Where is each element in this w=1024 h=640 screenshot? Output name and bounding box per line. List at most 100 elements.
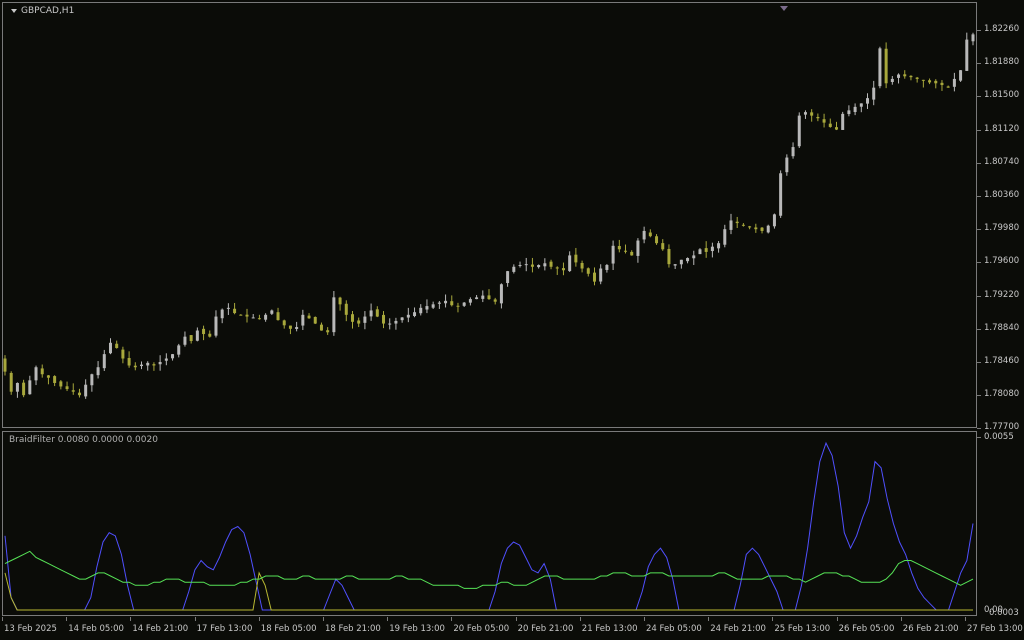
candle xyxy=(419,304,423,316)
candle xyxy=(698,248,702,255)
candle xyxy=(890,76,894,85)
time-axis-tick xyxy=(772,617,774,621)
indicator-plot xyxy=(4,441,974,611)
time-axis-tick xyxy=(644,617,645,621)
candle xyxy=(251,313,255,319)
price-axis-label: 1.79600 xyxy=(984,256,1020,267)
price-chart-pane[interactable]: GBPCAD,H1 xyxy=(2,2,977,428)
price-axis-tick xyxy=(977,96,981,98)
candle xyxy=(760,227,764,234)
candle xyxy=(468,297,472,306)
candle xyxy=(586,267,590,277)
candle xyxy=(624,244,628,254)
candle xyxy=(270,309,274,315)
indicator-axis[interactable]: 0.0055 0.00 0.0003 xyxy=(977,430,1024,620)
candle xyxy=(772,213,776,229)
candle xyxy=(34,365,38,386)
time-axis-label: 20 Feb 21:00 xyxy=(517,624,574,634)
price-axis-tick xyxy=(977,30,981,31)
candle xyxy=(313,316,317,325)
indicator-line-2 xyxy=(4,550,974,589)
indicator-pane[interactable]: BraidFilter 0.0080 0.0000 0.0020 xyxy=(2,431,977,616)
candle xyxy=(127,351,131,368)
candle xyxy=(729,213,733,235)
candle xyxy=(46,375,50,385)
candle xyxy=(611,240,615,271)
candle xyxy=(28,375,32,395)
candle xyxy=(189,335,193,344)
price-axis-label: 1.79980 xyxy=(984,223,1020,234)
candle xyxy=(561,262,565,276)
candle xyxy=(15,382,19,398)
price-axis[interactable]: 1.82260 1.81880 1.81500 1.81120 1.80740 1.803… xyxy=(977,0,1024,432)
candle xyxy=(158,355,162,371)
indicator-axis-min-label: 0.0003 xyxy=(989,608,1019,618)
time-axis-tick xyxy=(130,617,132,621)
price-axis-tick xyxy=(977,362,981,363)
price-axis-tick xyxy=(977,162,981,164)
candle xyxy=(121,346,125,364)
indicator-axis-tick xyxy=(977,437,981,438)
candle xyxy=(90,373,94,392)
candle xyxy=(171,353,175,361)
candle xyxy=(413,307,417,318)
candle xyxy=(754,223,758,233)
candle xyxy=(475,295,479,300)
price-axis-label: 1.82260 xyxy=(984,24,1020,34)
candle xyxy=(22,379,26,398)
candle xyxy=(431,301,435,309)
price-axis-label: 1.81500 xyxy=(984,90,1020,101)
candle xyxy=(102,349,106,371)
candle xyxy=(791,142,795,159)
time-axis-label: 26 Feb 05:00 xyxy=(838,624,895,634)
time-axis-tick xyxy=(579,617,581,621)
candle xyxy=(717,241,721,253)
candle xyxy=(897,73,901,84)
candle xyxy=(214,310,218,338)
time-axis-tick xyxy=(194,617,196,621)
candle xyxy=(723,224,727,248)
candle xyxy=(499,283,503,309)
time-axis-label: 13 Feb 2025 xyxy=(4,624,57,634)
candle xyxy=(797,112,801,148)
candle xyxy=(146,361,150,371)
price-axis-tick xyxy=(977,262,981,264)
time-axis-label: 20 Feb 05:00 xyxy=(453,624,510,634)
candle xyxy=(233,302,237,315)
candle xyxy=(481,290,485,303)
candle xyxy=(952,72,956,92)
chart-title[interactable]: GBPCAD,H1 xyxy=(11,6,74,16)
candle xyxy=(295,321,299,332)
candle xyxy=(59,380,63,390)
candle xyxy=(369,303,373,321)
time-axis-tick xyxy=(900,617,902,621)
candle xyxy=(332,291,336,336)
candle xyxy=(71,383,75,395)
candle xyxy=(108,338,112,355)
candle xyxy=(965,32,969,72)
time-axis[interactable]: 13 Feb 2025 14 Feb 05:00 14 Feb 21:00 17 Fe… xyxy=(0,617,1023,640)
candle xyxy=(338,296,342,311)
price-axis-label: 1.78460 xyxy=(984,356,1020,366)
candle xyxy=(642,226,646,244)
candle xyxy=(946,85,950,88)
candle xyxy=(779,170,783,218)
time-axis-tick xyxy=(451,617,453,621)
period-separator-marker-icon xyxy=(780,6,788,11)
candle xyxy=(319,322,323,331)
candlestick-plot xyxy=(3,32,975,399)
time-axis-tick xyxy=(836,617,838,621)
candle xyxy=(934,79,938,89)
candle xyxy=(766,224,770,234)
candle xyxy=(425,299,429,314)
candle xyxy=(276,307,280,321)
candle xyxy=(208,330,212,338)
price-axis-label: 1.80740 xyxy=(984,156,1020,167)
candle xyxy=(928,78,932,85)
candle xyxy=(592,267,596,286)
candle xyxy=(301,309,305,331)
time-axis-tick xyxy=(965,617,966,621)
candle xyxy=(655,234,659,245)
candle xyxy=(543,258,547,271)
candle xyxy=(661,239,665,251)
